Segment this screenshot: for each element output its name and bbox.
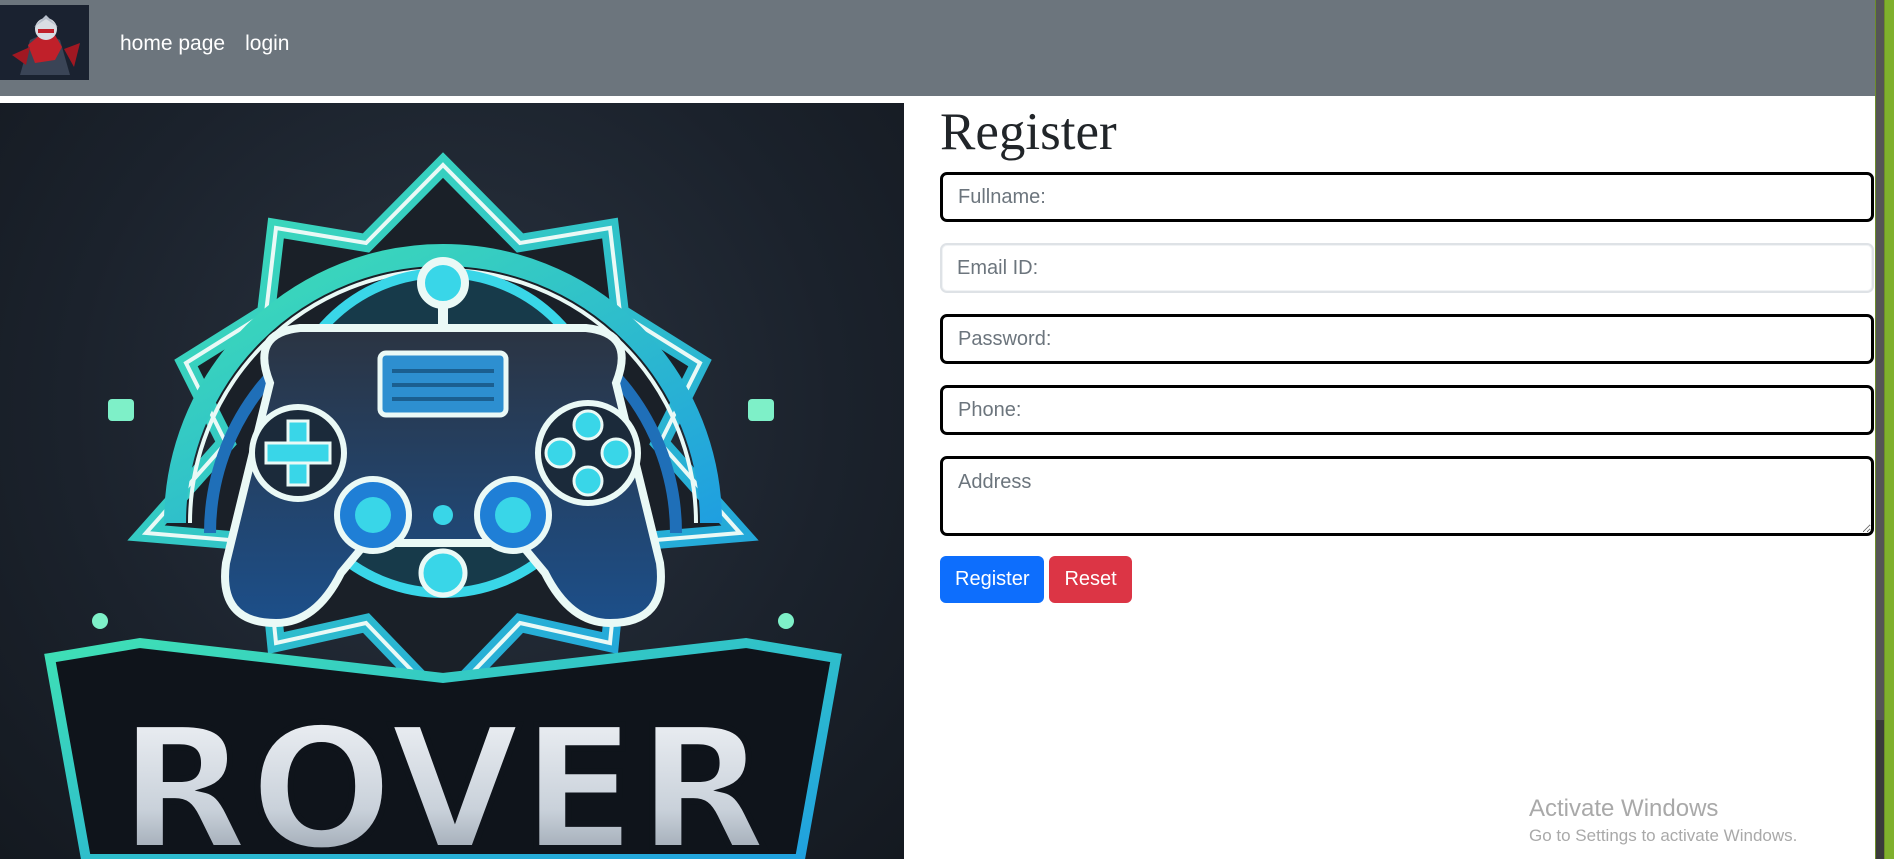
desktop-edge xyxy=(1885,0,1894,859)
hero-image: ROVER xyxy=(0,103,904,859)
nav-link-home[interactable]: home page xyxy=(120,30,225,58)
scrollbar-thumb[interactable] xyxy=(1876,0,1884,720)
form-buttons: Register Reset xyxy=(940,556,1874,603)
watermark-subtitle: Go to Settings to activate Windows. xyxy=(1529,826,1798,845)
fullname-field[interactable] xyxy=(940,172,1874,222)
form-title: Register xyxy=(940,103,1117,161)
nav-links: home page login xyxy=(120,30,289,58)
page: home page login ROVER Register Fullname:… xyxy=(0,0,1894,859)
nav-link-login[interactable]: login xyxy=(245,30,289,58)
register-button[interactable]: Register xyxy=(940,556,1045,603)
ninja-avatar-icon xyxy=(0,5,89,80)
address-field[interactable] xyxy=(940,456,1874,536)
reset-button[interactable]: Reset xyxy=(1049,556,1132,603)
password-field[interactable] xyxy=(940,314,1874,364)
window-edge xyxy=(1875,0,1894,859)
gamepad-logo-illustration: ROVER xyxy=(44,152,842,859)
activate-windows-watermark: Activate Windows Go to Settings to activ… xyxy=(1529,793,1797,847)
watermark-title: Activate Windows xyxy=(1529,795,1719,822)
email-field[interactable] xyxy=(940,243,1874,293)
navbar: home page login xyxy=(0,0,1875,96)
brand-logo[interactable] xyxy=(0,5,89,80)
hero-brand-text: ROVER xyxy=(118,691,767,859)
register-form: Register Register Reset xyxy=(940,96,1874,603)
phone-field[interactable] xyxy=(940,385,1874,435)
